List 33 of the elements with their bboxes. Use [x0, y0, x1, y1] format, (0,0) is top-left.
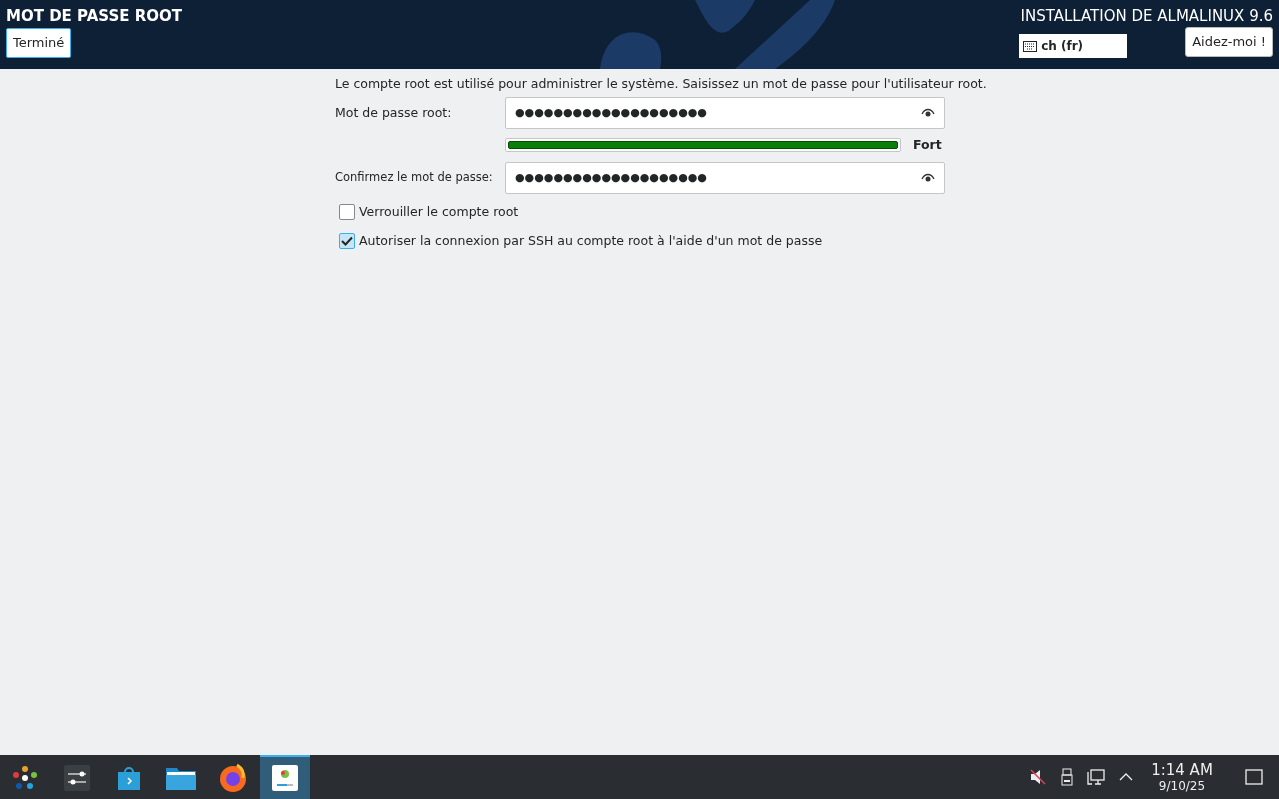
- keyboard-layout-label: ch (fr): [1041, 38, 1084, 55]
- checkbox-label[interactable]: Autoriser la connexion par SSH au compte root à l'aide d'un mot de passe: [359, 231, 823, 251]
- clock-time[interactable]: 1:14 AM: [1151, 761, 1213, 779]
- taskbar-app[interactable]: [260, 755, 310, 799]
- network-computer-icon[interactable]: [1087, 768, 1105, 786]
- shopping-bag-icon: [115, 764, 143, 792]
- confirm-password-field[interactable]: ●●●●●●●●●●●●●●●●●●●●: [505, 161, 945, 194]
- fox-globe-icon: [217, 762, 249, 794]
- password-value: ●●●●●●●●●●●●●●●●●●●●: [515, 104, 707, 121]
- help-button[interactable]: Aidez-moi !: [1185, 27, 1273, 57]
- password-field[interactable]: ●●●●●●●●●●●●●●●●●●●●: [505, 97, 945, 129]
- clock-date[interactable]: 9/10/25: [1158, 778, 1206, 793]
- sliders-icon: [63, 764, 91, 792]
- checkbox-label[interactable]: Verrouiller le compte root: [359, 202, 519, 222]
- eye-icon[interactable]: [921, 172, 935, 183]
- eye-icon[interactable]: [921, 108, 935, 118]
- product-title: INSTALLATION DE ALMALINUX 9.6: [1020, 6, 1273, 26]
- usb-drive-icon[interactable]: [1061, 768, 1073, 786]
- strength-label: Fort: [913, 136, 942, 154]
- checkbox[interactable]: [339, 204, 355, 221]
- confirm-password-label: Confirmez le mot de passe:: [335, 169, 494, 187]
- caret-up-icon[interactable]: [1119, 772, 1133, 782]
- installer-icon: [271, 764, 299, 792]
- keyboard-layout-field[interactable]: ch (fr): [1019, 34, 1128, 58]
- screen-title: MOT DE PASSE ROOT: [6, 6, 182, 26]
- password-label: Mot de passe root:: [335, 103, 453, 122]
- muted-speaker-icon[interactable]: [1029, 768, 1047, 786]
- keyboard-icon: [1023, 40, 1038, 52]
- done-button[interactable]: Terminé: [6, 28, 72, 58]
- checkbox[interactable]: [339, 232, 355, 249]
- confirm-password-value: ●●●●●●●●●●●●●●●●●●●●: [515, 169, 707, 186]
- show-desktop-icon[interactable]: [1245, 769, 1263, 785]
- intro-text: Le compte root est utilisé pour administrer le système. Saisissez un mot de passe pour l'utilisateur root.: [335, 76, 987, 92]
